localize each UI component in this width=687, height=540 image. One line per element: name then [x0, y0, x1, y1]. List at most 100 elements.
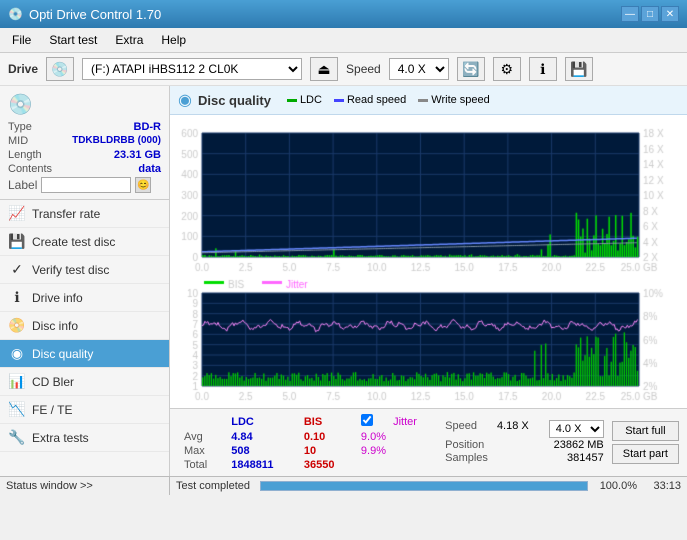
stats-row: LDC BIS Jitter Avg 4.84 0.10 9.0% [178, 413, 679, 472]
menu-help[interactable]: Help [153, 30, 194, 50]
sidebar-item-extra-tests[interactable]: 🔧 Extra tests [0, 424, 169, 452]
sidebar-item-fe-te[interactable]: 📉 FE / TE [0, 396, 169, 424]
read-speed-legend-label: Read speed [347, 94, 406, 106]
content-area: ◉ Disc quality LDC Read speed Write spee… [170, 86, 687, 476]
legend-write-speed: Write speed [418, 94, 490, 106]
samples-row: Samples 381457 [445, 452, 604, 464]
close-button[interactable]: ✕ [661, 6, 679, 22]
refresh-btn[interactable]: 🔄 [457, 57, 485, 81]
menu-extra[interactable]: Extra [107, 30, 151, 50]
avg-ldc: 4.84 [225, 430, 298, 444]
progress-pct: 100.0% [592, 480, 637, 492]
stat-table: LDC BIS Jitter Avg 4.84 0.10 9.0% [178, 413, 435, 472]
cd-bler-icon: 📊 [8, 373, 26, 390]
jitter-checkbox[interactable] [361, 414, 373, 426]
sidebar-item-create-test-disc[interactable]: 💾 Create test disc [0, 228, 169, 256]
sidebar-nav: 📈 Transfer rate 💾 Create test disc ✓ Ver… [0, 200, 169, 476]
sidebar-item-drive-info[interactable]: ℹ Drive info [0, 284, 169, 312]
label-input[interactable] [41, 177, 131, 193]
transfer-rate-label: Transfer rate [32, 207, 100, 221]
stats-header-row: LDC BIS Jitter [178, 413, 435, 430]
info-btn[interactable]: ℹ [529, 57, 557, 81]
drive-info-icon: ℹ [8, 289, 26, 306]
label-icon[interactable]: 😊 [135, 177, 151, 193]
avg-bis: 0.10 [298, 430, 355, 444]
cd-bler-label: CD Bler [32, 375, 74, 389]
label-label: Label [8, 178, 37, 192]
avg-label: Avg [178, 430, 225, 444]
main-layout: 💿 Type BD-R MID TDKBLDRBB (000) Length 2… [0, 86, 687, 476]
speed-row: Speed 4.18 X 4.0 X [445, 420, 604, 438]
chart-top-canvas [170, 115, 687, 279]
disc-quality-label: Disc quality [32, 347, 93, 361]
eject-btn[interactable]: ⏏ [310, 57, 338, 81]
app-title: Opti Drive Control 1.70 [29, 7, 161, 22]
menu-file[interactable]: File [4, 30, 39, 50]
type-value: BD-R [134, 121, 162, 133]
drive-label: Drive [8, 62, 38, 76]
disc-quality-header: ◉ Disc quality LDC Read speed Write spee… [170, 86, 687, 115]
fe-te-label: FE / TE [32, 403, 72, 417]
length-value: 23.31 GB [114, 149, 161, 161]
total-ldc: 1848811 [225, 458, 298, 472]
sidebar-item-transfer-rate[interactable]: 📈 Transfer rate [0, 200, 169, 228]
disc-type-row: Type BD-R [8, 121, 161, 133]
menu-start-test[interactable]: Start test [41, 30, 105, 50]
test-completed-label: Test completed [176, 480, 256, 492]
start-part-button[interactable]: Start part [612, 444, 679, 464]
disc-contents-row: Contents data [8, 163, 161, 175]
avg-jitter: 9.0% [355, 430, 435, 444]
mid-label: MID [8, 135, 28, 147]
stats-panel: LDC BIS Jitter Avg 4.84 0.10 9.0% [170, 408, 687, 476]
chart-bottom-canvas [170, 279, 687, 408]
legend-ldc: LDC [287, 94, 322, 106]
action-buttons: Start full Start part [612, 421, 679, 464]
create-test-disc-icon: 💾 [8, 233, 26, 250]
drive-select[interactable]: (F:) ATAPI iHBS112 2 CL0K [82, 58, 302, 80]
drive-icon-btn[interactable]: 💿 [46, 57, 74, 81]
test-completed-bar: Test completed 100.0% 33:13 [170, 480, 687, 492]
length-label: Length [8, 149, 42, 161]
disc-info-label: Disc info [32, 319, 78, 333]
ldc-header: LDC [225, 413, 298, 430]
minimize-button[interactable]: — [621, 6, 639, 22]
speed-stat-select[interactable]: 4.0 X [549, 420, 604, 438]
stats-max-row: Max 508 10 9.9% [178, 444, 435, 458]
sidebar: 💿 Type BD-R MID TDKBLDRBB (000) Length 2… [0, 86, 170, 476]
speed-stat-label: Speed [445, 420, 477, 438]
settings-btn[interactable]: ⚙ [493, 57, 521, 81]
start-full-button[interactable]: Start full [612, 421, 679, 441]
speed-label: Speed [346, 62, 381, 76]
samples-value: 381457 [567, 452, 604, 464]
ldc-legend-label: LDC [300, 94, 322, 106]
save-btn[interactable]: 💾 [565, 57, 593, 81]
speed-stat-value: 4.18 X [497, 420, 529, 438]
create-test-disc-label: Create test disc [32, 235, 115, 249]
disc-icon: 💿 [8, 92, 33, 117]
legend: LDC Read speed Write speed [287, 94, 490, 106]
elapsed-time: 33:13 [641, 480, 681, 492]
sidebar-item-disc-quality[interactable]: ◉ Disc quality [0, 340, 169, 368]
progress-bar [260, 481, 588, 491]
maximize-button[interactable]: □ [641, 6, 659, 22]
status-window-btn[interactable]: Status window >> [0, 477, 170, 495]
disc-quality-header-icon: ◉ [178, 90, 192, 110]
speed-select[interactable]: 4.0 X [389, 58, 449, 80]
contents-value: data [138, 163, 161, 175]
title-bar-controls: — □ ✕ [621, 6, 679, 22]
total-label: Total [178, 458, 225, 472]
write-speed-legend-label: Write speed [431, 94, 490, 106]
sidebar-item-cd-bler[interactable]: 📊 CD Bler [0, 368, 169, 396]
sidebar-item-disc-info[interactable]: 📀 Disc info [0, 312, 169, 340]
max-ldc: 508 [225, 444, 298, 458]
sidebar-item-verify-test-disc[interactable]: ✓ Verify test disc [0, 256, 169, 284]
ldc-dot [287, 99, 297, 102]
label-row: Label 😊 [8, 177, 161, 193]
jitter-header: Jitter [387, 413, 435, 430]
position-row: Position 23862 MB [445, 439, 604, 451]
samples-label: Samples [445, 452, 488, 464]
max-jitter: 9.9% [355, 444, 435, 458]
max-bis: 10 [298, 444, 355, 458]
app-icon: 💿 [8, 7, 23, 21]
title-bar: 💿 Opti Drive Control 1.70 — □ ✕ [0, 0, 687, 28]
